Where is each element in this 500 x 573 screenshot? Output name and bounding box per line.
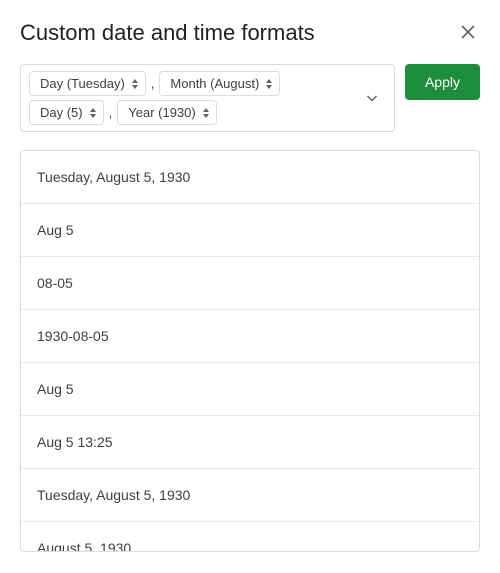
format-separator: , bbox=[150, 76, 156, 91]
format-token[interactable]: Month (August) bbox=[159, 71, 280, 96]
format-separator: , bbox=[108, 105, 114, 120]
sort-caret-icon bbox=[89, 108, 97, 118]
preset-item[interactable]: 08-05 bbox=[21, 257, 479, 310]
preset-item[interactable]: Aug 5 13:25 bbox=[21, 416, 479, 469]
format-input[interactable]: Day (Tuesday), Month (August) Day (5), Year… bbox=[20, 64, 395, 132]
format-token[interactable]: Day (5) bbox=[29, 100, 104, 125]
sort-caret-icon bbox=[202, 108, 210, 118]
format-token-label: Year (1930) bbox=[128, 105, 195, 120]
format-token-label: Day (Tuesday) bbox=[40, 76, 125, 91]
dialog-header: Custom date and time formats bbox=[20, 20, 480, 46]
expand-format-button[interactable] bbox=[358, 71, 386, 125]
controls-row: Day (Tuesday), Month (August) Day (5), Year… bbox=[20, 64, 480, 132]
custom-date-time-dialog: Custom date and time formats Day (Tuesda… bbox=[0, 0, 500, 572]
preset-item[interactable]: Aug 5 bbox=[21, 204, 479, 257]
preset-item[interactable]: August 5, 1930 bbox=[21, 522, 479, 551]
close-icon bbox=[461, 25, 475, 42]
preset-scroll[interactable]: Tuesday, August 5, 1930Aug 508-051930-08… bbox=[21, 151, 479, 551]
preset-item[interactable]: Aug 5 bbox=[21, 363, 479, 416]
format-token[interactable]: Day (Tuesday) bbox=[29, 71, 146, 96]
apply-button[interactable]: Apply bbox=[405, 64, 480, 100]
sort-caret-icon bbox=[131, 79, 139, 89]
format-token-label: Day (5) bbox=[40, 105, 83, 120]
preset-item[interactable]: Tuesday, August 5, 1930 bbox=[21, 469, 479, 522]
close-button[interactable] bbox=[456, 21, 480, 45]
sort-caret-icon bbox=[265, 79, 273, 89]
chevron-down-icon bbox=[366, 91, 378, 106]
preset-list: Tuesday, August 5, 1930Aug 508-051930-08… bbox=[20, 150, 480, 552]
format-tokens: Day (Tuesday), Month (August) Day (5), Year… bbox=[29, 71, 354, 125]
preset-item[interactable]: 1930-08-05 bbox=[21, 310, 479, 363]
format-token-label: Month (August) bbox=[170, 76, 259, 91]
preset-item[interactable]: Tuesday, August 5, 1930 bbox=[21, 151, 479, 204]
format-token[interactable]: Year (1930) bbox=[117, 100, 216, 125]
dialog-title: Custom date and time formats bbox=[20, 20, 315, 46]
